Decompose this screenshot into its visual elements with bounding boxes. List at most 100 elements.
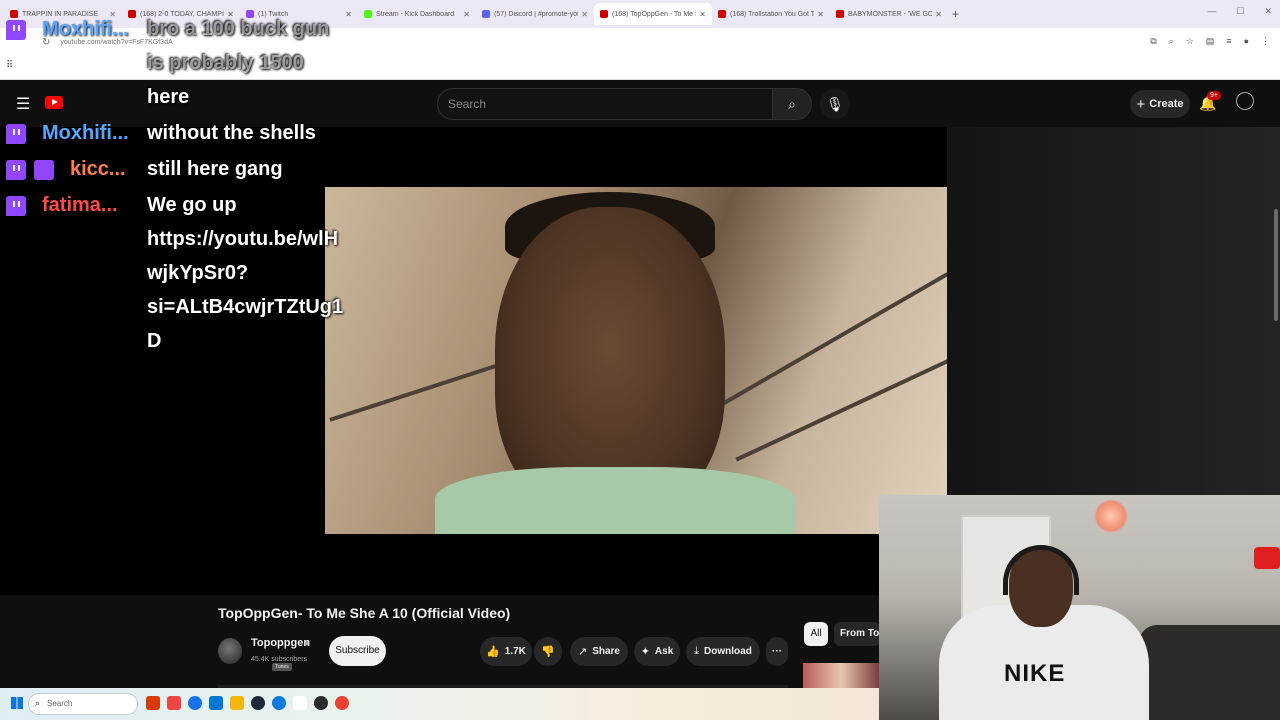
screen: TRAPPIN IN PARADISE ✕ (168) 2-0 TODAY, CH… [0,0,1280,720]
obs-icon[interactable] [314,696,328,710]
tab-close-icon[interactable]: ✕ [935,10,942,19]
browser-tab[interactable]: (168) Trollstation You Got Trolled✕ [712,3,830,25]
close-window-icon[interactable]: ✕ [1264,6,1272,17]
sparkle-icon: ✦ [640,646,650,658]
hamburger-menu-icon[interactable]: ☰ [16,94,30,114]
minimize-icon[interactable]: — [1207,6,1216,17]
install-icon[interactable]: ⧉ [1150,36,1156,47]
taskbar: ⌕ Search [0,688,879,720]
chat-username: fatima... [42,194,118,216]
tab-close-icon[interactable]: ✕ [463,10,470,19]
twitch-icon [6,123,26,144]
page-scrollbar[interactable] [1274,209,1278,321]
tab-favicon-icon [836,10,844,18]
zoom-icon[interactable]: ⌕ [1169,36,1174,47]
tab-favicon-icon [246,10,254,18]
app-icon[interactable] [209,696,223,710]
stair-rail [721,272,947,406]
pink-lamp [1094,499,1128,533]
tab-close-icon[interactable]: ✕ [345,10,352,19]
video-frame[interactable] [325,187,947,534]
more-actions-button[interactable]: ··· [766,637,788,666]
video-player[interactable] [0,127,947,595]
chat-message: without the shells [147,122,316,144]
apps-grid-icon[interactable]: ⠿ [6,60,13,71]
microphone-icon[interactable]: 🎙 [820,88,850,120]
bookmark-star-icon[interactable]: ☆ [1186,36,1194,47]
file-explorer-icon[interactable] [230,696,244,710]
hoodie-logo-text: NIKE [1004,660,1066,687]
browser-tab[interactable]: BABYMONSTER - 'WE GO UP'✕ [830,3,948,25]
app-icon[interactable] [167,696,181,710]
thumbs-down-icon: 👎 [541,646,555,658]
app-icon[interactable] [146,696,160,710]
twitch-icon [6,19,26,40]
subscribe-button[interactable]: Subscribe [329,636,386,666]
like-button[interactable]: 👍 1.7K [480,637,532,666]
dislike-button[interactable]: 👎 [534,637,562,666]
taskbar-search-input[interactable]: ⌕ Search [28,693,138,715]
browser-menu-icon[interactable]: ⋮ [1261,36,1270,47]
tab-favicon-icon [600,10,608,18]
browser-tab-active[interactable]: (168) TopOppGen - To Me S ✕ [594,3,712,25]
chat-row: kicc... [6,158,126,181]
browser-tab[interactable]: (57) Discord | #promote-yourself✕ [476,3,594,25]
chat-username: Moxhifi... [42,122,129,144]
download-icon: ⤓ [694,645,700,657]
subscriber-count: 45.4K subscribers [251,656,308,663]
thumbs-up-icon: 👍 [486,646,500,658]
emote-icon [34,159,54,180]
search-icon[interactable]: ⌕ [772,88,812,120]
chrome-icon[interactable] [188,696,202,710]
chip-from-channel[interactable]: From Topoppgen [834,622,880,646]
tab-close-icon[interactable]: ✕ [581,10,588,19]
verified-icon: ● [304,638,310,648]
tab-close-icon[interactable]: ✕ [699,10,706,19]
share-button[interactable]: ↗ Share [570,637,628,666]
chat-message: bro a 100 buck gun [147,18,330,40]
sidebar-area [947,127,1280,547]
twitch-icon [6,195,26,216]
channel-name[interactable]: Topoppgen [251,637,310,649]
download-button[interactable]: ⤓ Download [686,637,760,666]
chat-message: is probably 1500 [147,52,304,74]
window-controls: — ☐ ✕ [1207,6,1272,17]
profile-icon[interactable]: ● [1244,36,1249,47]
red-light [1254,547,1280,569]
chat-message: wjkYpSr0? [147,262,249,284]
maximize-icon[interactable]: ☐ [1236,6,1244,17]
chat-message: We go up [147,194,237,216]
tab-favicon-icon [482,10,490,18]
tab-favicon-icon [128,10,136,18]
chat-row: Moxhifi... [6,18,129,41]
youtube-logo-icon[interactable] [45,96,63,109]
browser-tab[interactable]: Stream - Kick Dashboard ✕ [358,3,476,25]
taskbar-apps [146,696,349,710]
stair-rail [735,356,947,462]
chat-message: https://youtu.be/wlH [147,228,339,250]
windows-start-icon[interactable] [11,697,23,709]
plus-icon: + [1136,95,1146,113]
twitch-icon [6,159,26,180]
edge-icon[interactable] [272,696,286,710]
chip-all[interactable]: All [804,622,828,646]
create-button[interactable]: + Create [1130,90,1190,118]
recommended-thumbnail[interactable] [803,663,879,689]
new-tab-button[interactable]: + [952,7,959,21]
tab-favicon-icon [10,10,18,18]
tooltip: Tunes [272,663,292,671]
chrome-icon[interactable] [335,696,349,710]
tab-close-icon[interactable]: ✕ [817,10,824,19]
chat-row: Moxhifi... [6,122,129,145]
sidebar-icon[interactable]: ▤ [1206,36,1215,47]
background-couch [1139,625,1280,720]
steam-icon[interactable] [251,696,265,710]
account-avatar[interactable] [1236,92,1254,110]
channel-avatar[interactable] [218,638,242,664]
youtube-header: ☰ Search ⌕ 🎙 + Create 🔔 9+ [0,81,1280,127]
search-input[interactable]: Search [437,88,773,120]
notification-badge: 9+ [1207,91,1221,100]
extensions-icon[interactable]: ≡ [1226,36,1231,47]
app-icon[interactable] [293,696,307,710]
ask-button[interactable]: ✦ Ask [634,637,680,666]
